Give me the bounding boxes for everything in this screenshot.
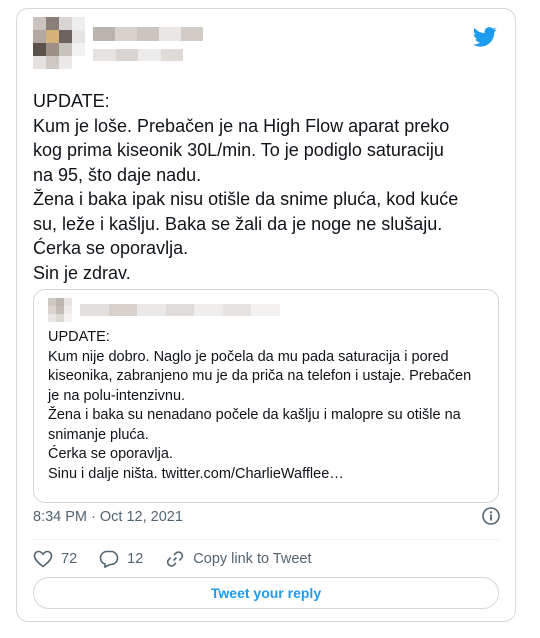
blurred-handle[interactable] (93, 49, 183, 61)
tweet-timestamp[interactable]: 8:34 PM · Oct 12, 2021 (33, 509, 183, 525)
tweet-your-reply-button[interactable]: Tweet your reply (33, 577, 499, 609)
reply-count: 12 (127, 551, 144, 567)
info-icon[interactable] (481, 506, 501, 526)
quoted-tweet[interactable]: UPDATE: Kum nije dobro. Naglo je počela … (33, 289, 499, 503)
blurred-display-name[interactable] (93, 27, 203, 41)
tweet-text: UPDATE: Kum je loše. Prebačen je na High… (33, 91, 459, 283)
blurred-avatar[interactable] (33, 17, 85, 69)
link-icon (167, 551, 184, 567)
divider (33, 539, 499, 540)
reply-button[interactable]: 12 (99, 550, 143, 568)
reply-bubble-icon (99, 550, 119, 568)
quoted-blurred-name (80, 304, 281, 316)
copy-link-label: Copy link to Tweet (193, 551, 312, 567)
quoted-tweet-text: UPDATE: Kum nije dobro. Naglo je počela … (48, 329, 472, 482)
copy-link-button[interactable]: Copy link to Tweet (165, 550, 312, 568)
tweet-actions: 72 12 Copy link to Tweet (33, 547, 334, 571)
twitter-bird-icon[interactable] (473, 27, 497, 47)
quoted-blurred-avatar (48, 298, 72, 322)
like-button[interactable]: 72 (33, 550, 77, 568)
like-count: 72 (61, 551, 78, 567)
tweet-card: UPDATE: Kum je loše. Prebačen je na High… (16, 8, 516, 622)
heart-icon (33, 550, 53, 568)
